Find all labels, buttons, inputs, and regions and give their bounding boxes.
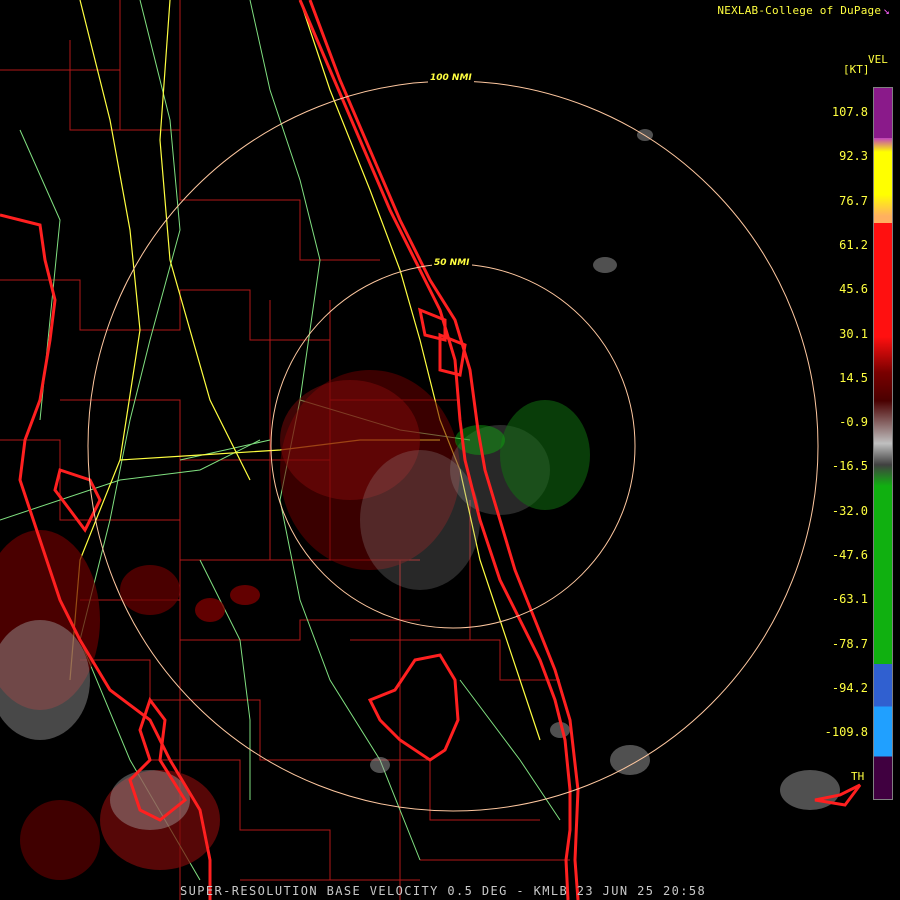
radar-map [0, 0, 862, 900]
legend-title: VEL [868, 53, 888, 66]
product-info: SUPER-RESOLUTION BASE VELOCITY 0.5 DEG -… [180, 884, 707, 898]
legend-tick-label: -16.5 [831, 459, 868, 474]
legend-th-label: TH [851, 770, 865, 783]
nexlab-credit: NEXLAB-College of DuPage ↘ [717, 4, 890, 17]
legend-tick-label: -109.8 [824, 725, 868, 740]
legend-tick-label: 107.8 [831, 105, 868, 119]
legend-tick-label: -78.7 [831, 636, 868, 651]
credit-text: NEXLAB-College of DuPage [717, 4, 882, 17]
legend-unit: [KT] [843, 63, 870, 76]
corner-arrow-icon: ↘ [883, 4, 890, 17]
legend-tick-label: -0.9 [839, 415, 868, 430]
legend-tick-label: -47.6 [831, 548, 868, 562]
color-scale-bar [873, 87, 893, 800]
velocity-echoes [0, 129, 840, 880]
legend-tick-label: -63.1 [831, 592, 868, 607]
legend-tick-label: 92.3 [839, 149, 868, 164]
ring-label-outer: 100 NMI [428, 73, 474, 83]
legend-tick-label: 30.1 [839, 326, 868, 341]
legend-tick-label: 45.6 [839, 282, 868, 297]
legend-tick-label: 14.5 [839, 370, 868, 385]
legend-tick-label: 76.7 [839, 193, 868, 208]
legend-tick-label: -32.0 [831, 503, 868, 518]
legend-tick-label: -94.2 [831, 680, 868, 695]
ring-label-inner: 50 NMI [432, 258, 472, 268]
radar-display: NEXLAB-College of DuPage ↘ 100 NMI 50 NMI… [0, 0, 900, 900]
legend-tick-label: 61.2 [839, 237, 868, 252]
